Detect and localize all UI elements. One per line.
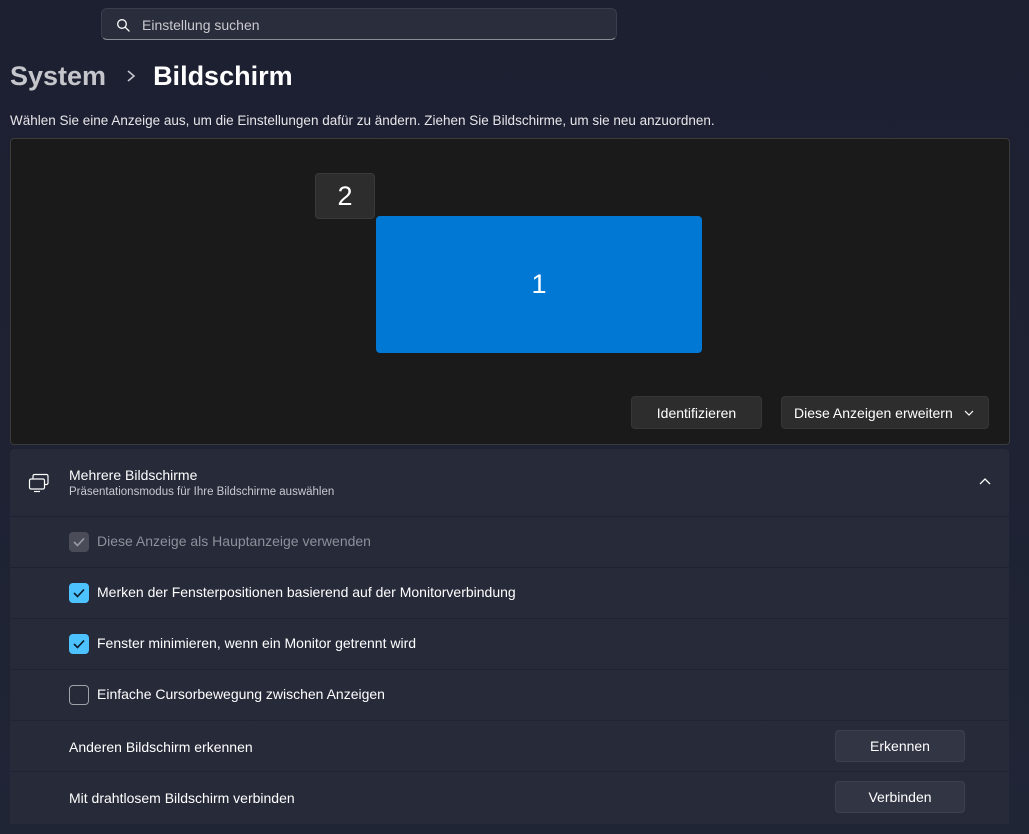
cursor-movement-label[interactable]: Einfache Cursorbewegung zwischen Anzeige…: [97, 686, 385, 702]
display-mode-label: Diese Anzeigen erweitern: [794, 404, 953, 421]
main-display-label: Diese Anzeige als Hauptanzeige verwenden: [97, 533, 371, 549]
detect-button[interactable]: Erkennen: [835, 730, 965, 762]
main-display-checkbox: [69, 532, 89, 552]
page-description: Wählen Sie eine Anzeige aus, um die Eins…: [10, 113, 715, 128]
checkmark-icon: [73, 639, 85, 649]
chevron-up-icon[interactable]: [979, 477, 991, 485]
breadcrumb-system-link[interactable]: System: [10, 61, 106, 92]
chevron-right-icon: [127, 70, 136, 82]
option-row-minimize-windows[interactable]: Fenster minimieren, wenn ein Monitor get…: [10, 619, 1009, 669]
search-box[interactable]: [101, 8, 617, 40]
breadcrumb: System Bildschirm: [10, 58, 293, 94]
chevron-down-icon: [964, 410, 974, 416]
option-row-main-display: Diese Anzeige als Hauptanzeige verwenden: [10, 517, 1009, 567]
display-arrangement-area[interactable]: 2 1 Identifizieren Diese Anzeigen erweit…: [10, 138, 1010, 445]
multiple-displays-subtitle: Präsentationsmodus für Ihre Bildschirme …: [69, 486, 335, 498]
display-mode-dropdown[interactable]: Diese Anzeigen erweitern: [781, 396, 989, 429]
page-title: Bildschirm: [153, 60, 293, 91]
option-row-cursor-movement[interactable]: Einfache Cursorbewegung zwischen Anzeige…: [10, 670, 1009, 720]
search-icon: [117, 19, 130, 32]
wireless-display-row: Mit drahtlosem Bildschirm verbinden Verb…: [10, 772, 1009, 824]
wireless-display-label: Mit drahtlosem Bildschirm verbinden: [69, 790, 295, 806]
checkmark-icon: [73, 537, 85, 547]
detect-display-label: Anderen Bildschirm erkennen: [69, 739, 253, 755]
detect-display-row: Anderen Bildschirm erkennen Erkennen: [10, 721, 1009, 771]
multiple-monitors-icon: [28, 473, 49, 493]
checkmark-icon: [73, 588, 85, 598]
connect-button[interactable]: Verbinden: [835, 781, 965, 813]
multiple-displays-title: Mehrere Bildschirme: [69, 467, 198, 483]
minimize-windows-checkbox[interactable]: [69, 634, 89, 654]
monitor-1[interactable]: 1: [376, 216, 702, 353]
multiple-displays-header[interactable]: Mehrere Bildschirme Präsentationsmodus f…: [10, 449, 1009, 516]
monitor-2[interactable]: 2: [315, 173, 375, 219]
option-row-remember-windows[interactable]: Merken der Fensterpositionen basierend a…: [10, 568, 1009, 618]
cursor-movement-checkbox[interactable]: [69, 685, 89, 705]
identify-button[interactable]: Identifizieren: [631, 396, 762, 429]
remember-windows-label[interactable]: Merken der Fensterpositionen basierend a…: [97, 584, 516, 600]
search-input[interactable]: [142, 14, 582, 36]
remember-windows-checkbox[interactable]: [69, 583, 89, 603]
minimize-windows-label[interactable]: Fenster minimieren, wenn ein Monitor get…: [97, 635, 416, 651]
